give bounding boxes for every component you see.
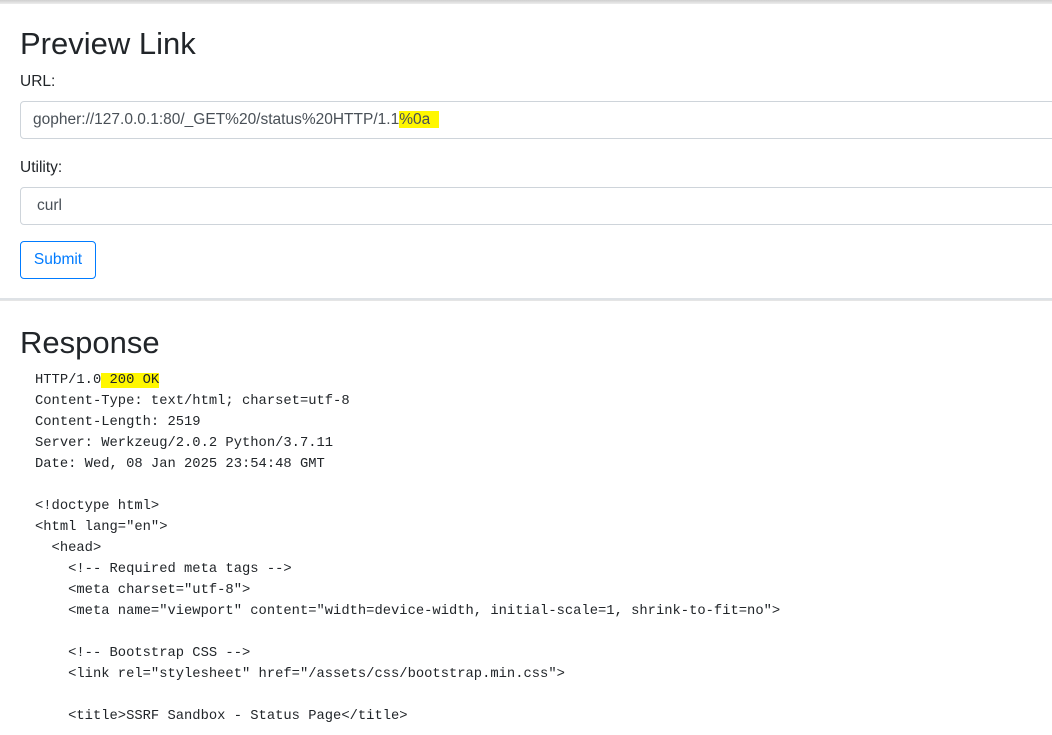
- response-line: Date: Wed, 08 Jan 2025 23:54:48 GMT: [35, 457, 325, 472]
- url-highlight-tail: [430, 111, 439, 128]
- status-line: HTTP/1.0 200 OK: [35, 370, 780, 391]
- status-code-highlight: 200 OK: [101, 373, 160, 388]
- url-input[interactable]: gopher://127.0.0.1:80/_GET%20/status%20H…: [20, 101, 1052, 139]
- form-title: Preview Link: [20, 26, 196, 61]
- response-line: Content-Length: 2519: [35, 415, 201, 430]
- response-line: Server: Werkzeug/2.0.2 Python/3.7.11: [35, 436, 334, 451]
- response-line: [35, 685, 780, 706]
- url-label: URL:: [20, 73, 56, 90]
- response-line: <title>SSRF Sandbox - Status Page</title…: [35, 709, 408, 724]
- response-panel: Response HTTP/1.0 200 OK Content-Type: te…: [0, 300, 1052, 735]
- url-input-value: gopher://127.0.0.1:80/_GET%20/status%20H…: [33, 111, 400, 128]
- response-line: <html lang="en">: [35, 520, 168, 535]
- response-body: HTTP/1.0 200 OK Content-Type: text/html; …: [35, 370, 780, 727]
- url-input-highlight: %0a: [399, 111, 431, 128]
- response-line: <!-- Bootstrap CSS -->: [35, 646, 251, 661]
- utility-label: Utility:: [20, 159, 63, 176]
- response-line: [35, 475, 780, 496]
- response-line: <head>: [35, 541, 102, 556]
- response-line: [35, 622, 780, 643]
- submit-button[interactable]: Submit: [20, 241, 96, 279]
- preview-link-form: Preview Link URL: gopher://127.0.0.1:80/…: [0, 4, 1052, 300]
- utility-select-value: curl: [37, 197, 62, 214]
- response-line: Content-Type: text/html; charset=utf-8: [35, 394, 350, 409]
- response-line: <meta name="viewport" content="width=dev…: [35, 604, 781, 619]
- status-prefix: HTTP/1.0: [35, 373, 102, 388]
- response-line: <meta charset="utf-8">: [35, 583, 251, 598]
- utility-select[interactable]: curl: [20, 187, 1052, 225]
- response-line: <link rel="stylesheet" href="/assets/css…: [35, 667, 565, 682]
- response-line: <!doctype html>: [35, 499, 160, 514]
- response-title: Response: [20, 325, 160, 360]
- response-line: <!-- Required meta tags -->: [35, 562, 292, 577]
